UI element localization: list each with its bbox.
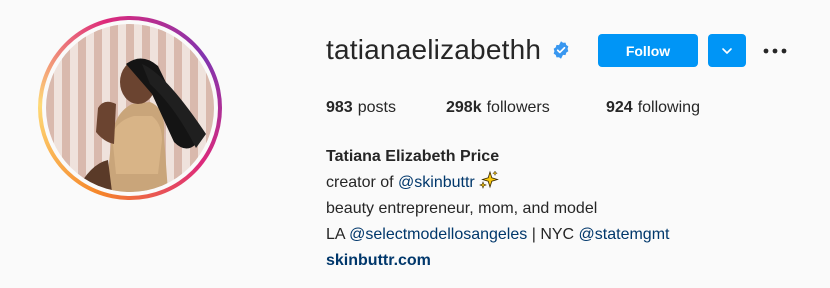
sparkles-emoji [478,170,499,189]
avatar-photo [76,58,206,192]
bio-line-creator: creator of @skinbuttr [326,170,669,196]
posts-count: 983 [326,99,353,116]
followers-label: followers [486,99,550,116]
username: tatianaelizabethh [326,34,542,65]
mention-link-statemgmt[interactable]: @statemgmt [579,226,670,243]
more-options-button[interactable] [762,38,788,64]
bio-line-description: beauty entrepreneur, mom, and model [326,200,598,217]
suggested-accounts-button[interactable] [708,34,746,67]
followers-count: 298k [446,99,482,116]
following-count: 924 [606,99,633,116]
follow-button[interactable]: Follow [598,34,698,67]
profile-stats: 983 posts 298k followers 924 following [326,99,700,117]
full-name: Tatiana Elizabeth Price [326,148,500,165]
bio: Tatiana Elizabeth Price creator of @skin… [326,144,669,274]
bio-line-agencies: LA @selectmodellosangeles | NYC @statemg… [326,222,669,248]
profile-header: tatianaelizabethh [326,32,571,68]
posts-label: posts [357,99,396,116]
posts-stat: 983 posts [326,99,446,117]
avatar[interactable] [46,24,214,192]
bio-text: creator of [326,174,399,191]
story-ring[interactable] [38,16,222,200]
mention-link-selectmodellosangeles[interactable]: @selectmodellosangeles [349,226,527,243]
bio-text: | NYC [527,226,579,243]
mention-link-skinbuttr[interactable]: @skinbuttr [398,174,475,191]
website-link[interactable]: skinbuttr.com [326,248,669,274]
following-stat[interactable]: 924 following [606,99,700,117]
avatar-gap [42,20,218,196]
following-label: following [637,99,700,116]
verified-badge-icon [553,41,569,59]
bio-text: LA [326,226,350,243]
more-options-icon [763,48,787,54]
chevron-down-icon [722,47,732,54]
followers-stat[interactable]: 298k followers [446,99,606,117]
